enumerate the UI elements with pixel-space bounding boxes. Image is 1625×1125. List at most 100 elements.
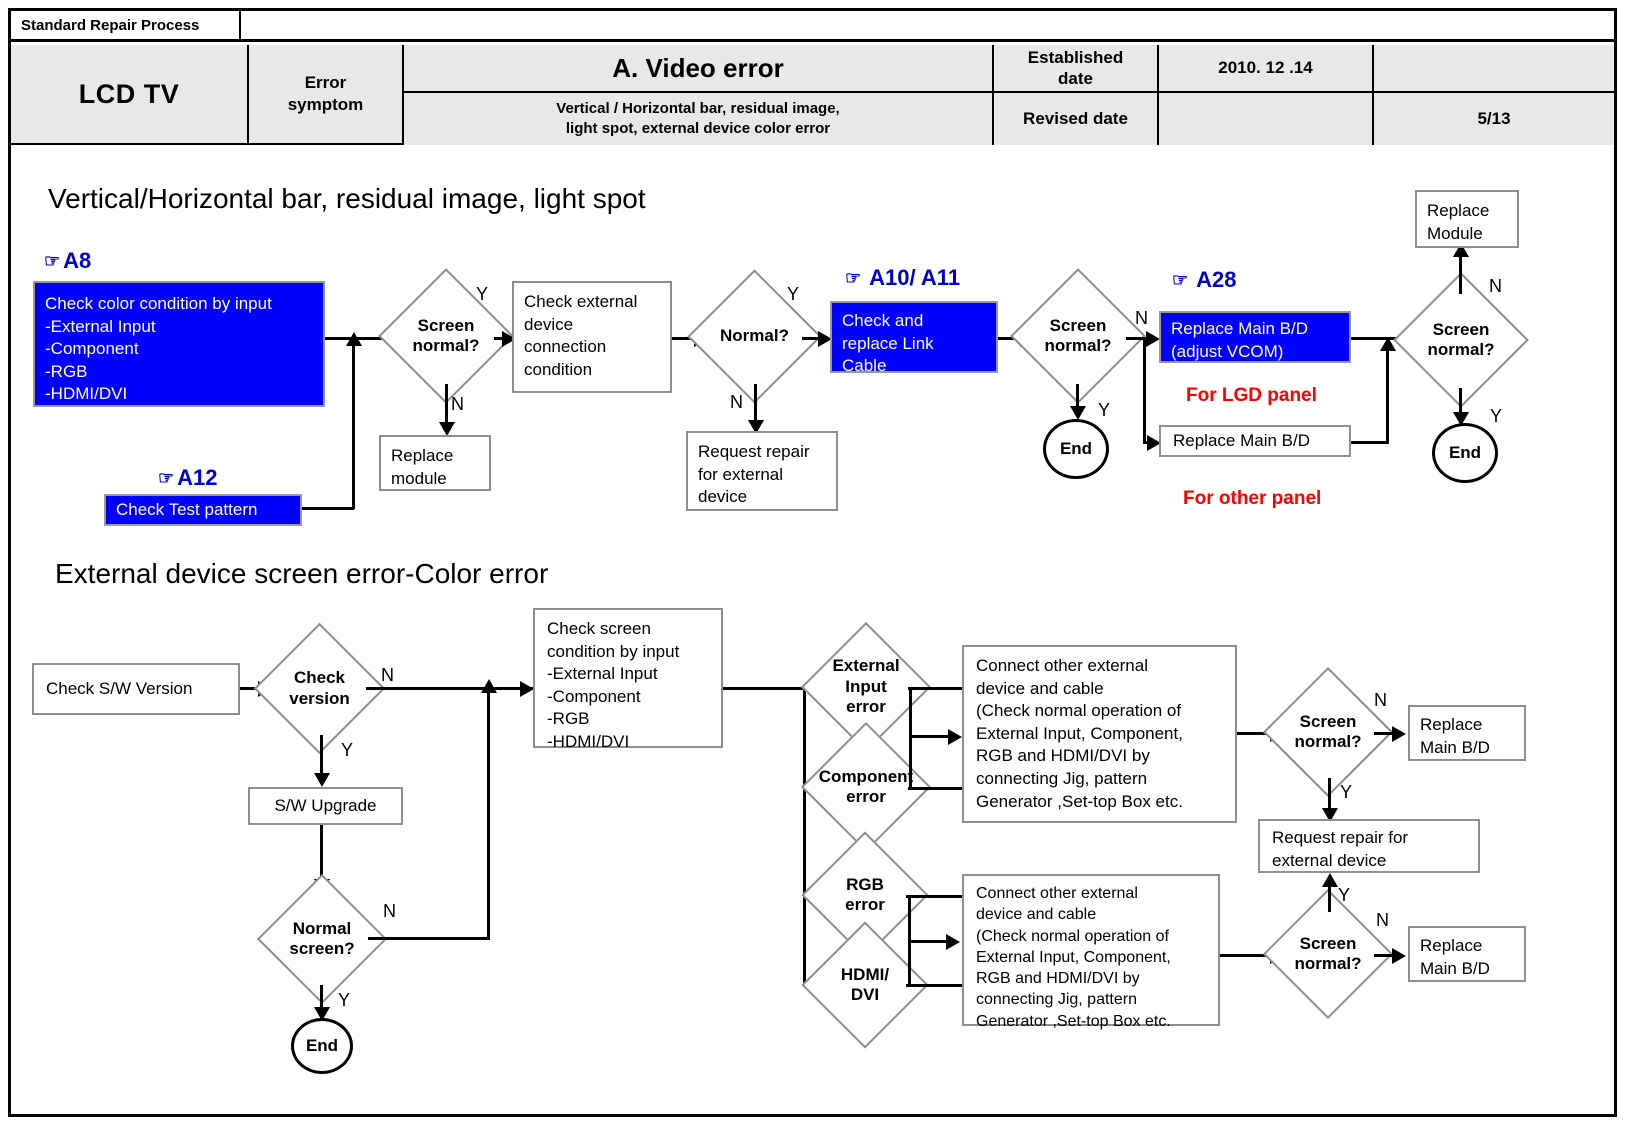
- node-replace-main-bd-sec2-2[interactable]: Replace Main B/D: [1408, 926, 1526, 982]
- header-page-number: 5/13: [1374, 93, 1614, 145]
- edge-screennormal2-n-v: [1143, 337, 1146, 444]
- ref-tag-a8: ☞ A8: [44, 248, 91, 274]
- node-check-screen-condition[interactable]: Check screen condition by input -Externa…: [533, 608, 723, 751]
- edge-label-yes: Y: [1338, 885, 1351, 905]
- note-for-lgd-panel: For LGD panel: [1186, 385, 1317, 406]
- edge-component-merge-h: [908, 787, 962, 790]
- edge-arrow: [346, 332, 362, 346]
- edge-arrow: [439, 422, 455, 436]
- node-check-test-pattern[interactable]: Check Test pattern: [104, 494, 302, 526]
- edge-arrow: [946, 934, 960, 950]
- hand-pointer-icon: ☞: [158, 468, 175, 488]
- edge-arrow: [314, 773, 330, 787]
- node-replace-module-1[interactable]: Replace module: [379, 435, 491, 491]
- ref-tag-a10-a11: ☞ A10/ A11: [845, 265, 960, 291]
- edge-checkscreencond-out: [723, 687, 805, 690]
- node-check-external-device[interactable]: Check external device connection conditi…: [512, 281, 672, 393]
- edge-label-no: N: [381, 665, 394, 685]
- header-model: LCD TV: [11, 45, 249, 145]
- hand-pointer-icon: ☞: [845, 268, 862, 288]
- edge-label-yes: Y: [341, 740, 354, 760]
- header-table: LCD TV Error symptom A. Video error Vert…: [11, 45, 1614, 145]
- header-established-date-value: 2010. 12 .14: [1159, 45, 1374, 93]
- edge-label-no: N: [1374, 690, 1387, 710]
- ref-tag-a28-label: A28: [1196, 267, 1237, 292]
- edge-arrow: [1322, 873, 1338, 887]
- edge-hdmi-merge-h: [906, 984, 962, 987]
- ref-tag-a8-label: A8: [63, 248, 92, 273]
- edge-normalscreen-n-v: [487, 690, 490, 940]
- node-end-2[interactable]: End: [1432, 423, 1498, 483]
- node-screen-normal-4[interactable]: Screen normal?: [1262, 666, 1394, 798]
- edge-screennormal5-y: [1328, 884, 1331, 912]
- node-check-version[interactable]: Check version: [253, 622, 386, 755]
- ref-tag-a10-a11-label: A10/ A11: [869, 265, 961, 290]
- header-revised-date-label: Revised date: [994, 93, 1159, 145]
- edge-mainbd-merge-h: [1351, 441, 1389, 444]
- section-2-title: External device screen error-Color error: [55, 558, 549, 589]
- node-external-input-error[interactable]: External Input error: [800, 621, 932, 753]
- edge-label-yes: Y: [338, 990, 351, 1010]
- node-replace-main-bd[interactable]: Replace Main B/D: [1159, 425, 1351, 457]
- node-check-sw-version[interactable]: Check S/W Version: [32, 663, 240, 715]
- edge-label-no: N: [1135, 308, 1148, 328]
- edge-label-no: N: [383, 901, 396, 921]
- node-screen-normal-5[interactable]: Screen normal?: [1262, 888, 1394, 1020]
- header-blank-cell: [1374, 45, 1614, 93]
- edge-normalscreen-n-h: [368, 937, 490, 940]
- node-replace-main-bd-sec2-1[interactable]: Replace Main B/D: [1408, 705, 1526, 761]
- edge-merge1-v: [909, 687, 912, 790]
- edge-extinput-merge-h: [908, 687, 962, 690]
- flowchart-page: Standard Repair Process LCD TV Error sym…: [0, 0, 1625, 1125]
- edge-label-yes: Y: [787, 284, 800, 304]
- node-sw-upgrade[interactable]: S/W Upgrade: [248, 787, 403, 825]
- ref-tag-a12-label: A12: [177, 465, 218, 490]
- header-revised-date-value: [1159, 93, 1374, 145]
- edge-label-yes: Y: [1098, 400, 1111, 420]
- edge-arrow: [1392, 948, 1406, 964]
- edge-arrow: [1070, 406, 1086, 420]
- node-request-repair-external[interactable]: Request repair for external device: [686, 431, 838, 511]
- document-title: Standard Repair Process: [11, 11, 241, 39]
- edge-mainbd-merge-v: [1386, 348, 1389, 444]
- node-screen-normal-2[interactable]: Screen normal?: [1010, 268, 1146, 404]
- edge-testpattern-v: [352, 343, 355, 509]
- edge-arrow: [1392, 726, 1406, 742]
- header-symptom-detail: Vertical / Horizontal bar, residual imag…: [404, 93, 994, 145]
- document-title-row: Standard Repair Process: [11, 11, 1614, 42]
- node-replace-main-bd-vcom[interactable]: Replace Main B/D (adjust VCOM): [1159, 311, 1351, 363]
- node-connect-other-external-1[interactable]: Connect other external device and cable …: [962, 645, 1237, 823]
- edge-arrow: [1146, 331, 1160, 347]
- node-end-1[interactable]: End: [1043, 419, 1109, 479]
- edge-label-yes: Y: [1340, 782, 1353, 802]
- node-component-error[interactable]: Component error: [800, 721, 932, 853]
- ref-tag-a28: ☞ A28: [1172, 267, 1237, 293]
- edge-label-no: N: [1376, 910, 1389, 930]
- node-replace-module-2[interactable]: Replace Module: [1415, 190, 1519, 248]
- section-1-title: Vertical/Horizontal bar, residual image,…: [48, 183, 646, 214]
- edge-label-no: N: [451, 394, 464, 414]
- edge-rgb-merge-h: [906, 895, 962, 898]
- node-connect-other-external-2[interactable]: Connect other external device and cable …: [962, 874, 1220, 1030]
- node-end-3[interactable]: End: [291, 1018, 353, 1074]
- node-normal-screen[interactable]: Normal screen?: [256, 873, 388, 1005]
- edge-arrow: [520, 681, 534, 697]
- node-hdmi-dvi-error[interactable]: HDMI/ DVI: [801, 921, 929, 1049]
- node-check-replace-link-cable[interactable]: Check and replace Link Cable: [830, 301, 998, 375]
- header-error-symptom-label: Error symptom: [249, 45, 404, 145]
- edge-label-yes: Y: [476, 284, 489, 304]
- node-screen-normal-3[interactable]: Screen normal?: [1393, 272, 1529, 408]
- edge-fork-vertical: [803, 687, 806, 987]
- hand-pointer-icon: ☞: [44, 251, 61, 271]
- node-check-color-condition[interactable]: Check color condition by input -External…: [33, 281, 325, 407]
- edge-testpattern-h: [302, 507, 354, 510]
- header-established-date-label: Established date: [994, 45, 1159, 93]
- hand-pointer-icon: ☞: [1172, 270, 1189, 290]
- edge-screennormal3-to-replacemodule2: [1459, 254, 1462, 294]
- edge-arrow: [481, 679, 497, 693]
- edge-label-no: N: [1489, 276, 1502, 296]
- edge-label-yes: Y: [1490, 406, 1503, 426]
- node-request-repair-external-2[interactable]: Request repair for external device: [1258, 819, 1480, 873]
- edge-arrow: [948, 729, 962, 745]
- edge-label-no: N: [730, 392, 743, 412]
